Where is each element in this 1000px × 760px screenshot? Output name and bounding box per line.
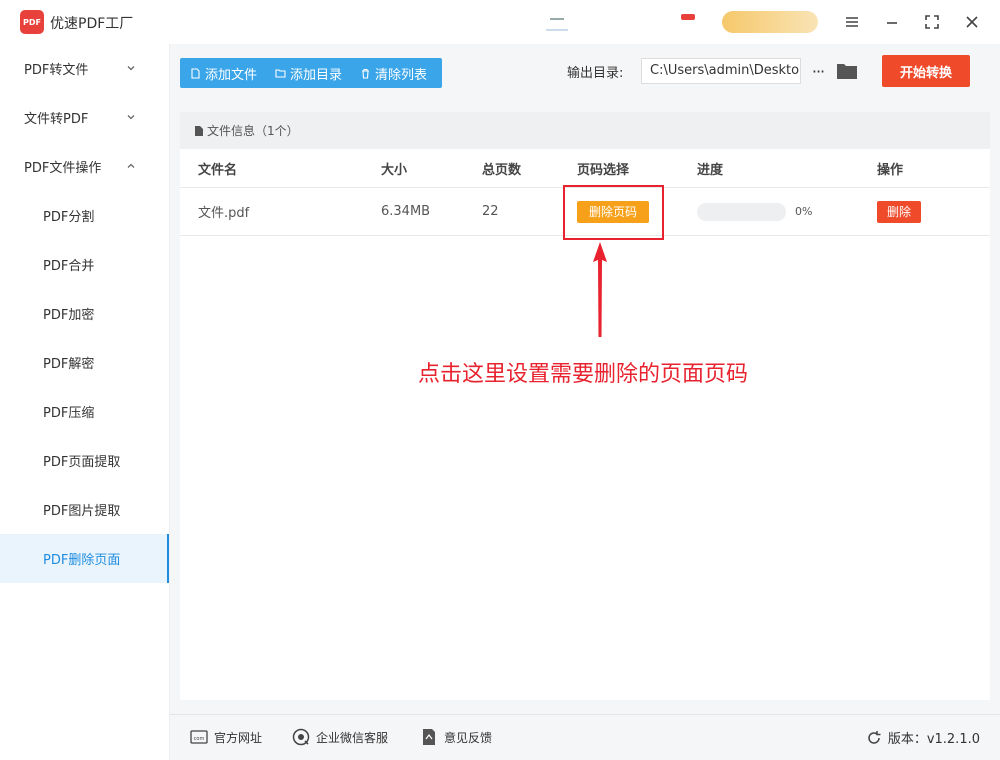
refresh-icon[interactable] — [866, 730, 882, 746]
notification-icon[interactable] — [681, 14, 695, 20]
minimize-icon[interactable] — [879, 9, 905, 35]
sidebar-item-label: PDF图片提取 — [43, 504, 121, 519]
progress-cell: 0% — [697, 188, 812, 235]
sidebar-item-pdf-merge[interactable]: PDF合并 — [0, 240, 169, 289]
sidebar-item-label: PDF解密 — [43, 357, 95, 372]
annotation-text: 点击这里设置需要删除的页面页码 — [418, 362, 749, 387]
progress-bar — [697, 202, 786, 221]
add-file-label: 添加文件 — [205, 67, 258, 83]
version-info: 版本：v1.2.1.0 — [866, 728, 980, 747]
page-select-cell: 删除页码 — [577, 188, 649, 235]
website-icon: com — [190, 730, 208, 744]
add-directory-label: 添加目录 — [290, 67, 343, 83]
main-panel: 添加文件 添加目录 清除列表 输出目录: C:\Users\admin\Desk… — [170, 44, 1000, 760]
sidebar-item-label: PDF压缩 — [43, 406, 95, 421]
wechat-support-label: 企业微信客服 — [316, 730, 389, 745]
delete-file-button[interactable]: 删除 — [877, 200, 921, 223]
close-icon[interactable] — [959, 9, 985, 35]
footer: com 官方网址 企业微信客服 意见反馈 版本：v1.2.1.0 — [170, 714, 1000, 760]
clear-list-button[interactable]: 清除列表 — [360, 64, 427, 83]
open-folder-icon[interactable] — [836, 61, 858, 81]
column-header-size: 大小 — [381, 162, 408, 178]
app-title: 优速PDF工厂 — [50, 16, 134, 32]
chevron-down-icon — [127, 66, 135, 71]
titlebar-decoration-icon — [546, 18, 568, 32]
feedback-link[interactable]: 意见反馈 — [420, 728, 492, 746]
sidebar-item-pdf-delete-pages[interactable]: PDF删除页面 — [0, 534, 169, 583]
official-website-label: 官方网址 — [214, 730, 263, 745]
svg-text:com: com — [194, 736, 205, 742]
clear-list-label: 清除列表 — [375, 67, 428, 83]
annotation-arrow-icon — [593, 242, 607, 337]
sidebar-item-label: PDF转文件 — [24, 63, 89, 78]
output-directory-input[interactable]: C:\Users\admin\Deskto — [641, 58, 801, 84]
column-header-progress: 进度 — [697, 162, 724, 178]
feedback-label: 意见反馈 — [444, 730, 493, 745]
sidebar-item-label: 文件转PDF — [24, 112, 89, 127]
sidebar-item-label: PDF删除页面 — [43, 553, 121, 568]
sidebar-item-pdf-page-extract[interactable]: PDF页面提取 — [0, 436, 169, 485]
wechat-support-link[interactable]: 企业微信客服 — [292, 728, 388, 746]
chevron-down-icon — [127, 115, 135, 120]
maximize-icon[interactable] — [919, 9, 945, 35]
app-logo-icon: PDF — [20, 10, 44, 34]
sidebar-item-label: PDF加密 — [43, 308, 95, 323]
sidebar: PDF转文件 文件转PDF PDF文件操作 PDF分割 PDF合并 PDF加密 … — [0, 44, 170, 760]
chevron-up-icon — [127, 163, 135, 168]
file-pages-cell: 22 — [482, 204, 499, 219]
more-options-button[interactable]: ··· — [807, 58, 829, 84]
file-table: 文件名 大小 总页数 页码选择 进度 操作 文件.pdf 6.34MB 22 删… — [180, 149, 990, 236]
file-info-header: 文件信息（1个） — [180, 112, 990, 149]
user-account-badge[interactable] — [722, 11, 818, 33]
file-toolbar: 添加文件 添加目录 清除列表 — [180, 58, 442, 88]
sidebar-item-file-to-pdf[interactable]: 文件转PDF — [0, 93, 169, 142]
file-name-cell: 文件.pdf — [198, 206, 250, 221]
wechat-icon — [292, 728, 310, 746]
sidebar-item-label: PDF分割 — [43, 210, 95, 225]
title-bar: PDF 优速PDF工厂 — [0, 0, 1000, 44]
table-header-row: 文件名 大小 总页数 页码选择 进度 操作 — [180, 149, 990, 188]
column-header-name: 文件名 — [198, 162, 238, 178]
table-row: 文件.pdf 6.34MB 22 删除页码 0% 删除 — [180, 188, 990, 236]
document-icon — [195, 125, 203, 136]
sidebar-item-pdf-split[interactable]: PDF分割 — [0, 191, 169, 240]
operation-cell: 删除 — [877, 188, 921, 235]
progress-percent: 0% — [795, 205, 813, 218]
sidebar-item-label: PDF页面提取 — [43, 455, 121, 470]
add-directory-button[interactable]: 添加目录 — [275, 64, 342, 83]
folder-icon — [275, 68, 286, 78]
column-header-pages: 总页数 — [482, 162, 522, 178]
file-icon — [191, 67, 200, 79]
column-header-operation: 操作 — [877, 162, 904, 178]
official-website-link[interactable]: com 官方网址 — [190, 728, 262, 746]
trash-icon — [362, 68, 370, 79]
file-size-cell: 6.34MB — [381, 204, 431, 219]
file-list-panel: 文件信息（1个） 文件名 大小 总页数 页码选择 进度 操作 文件.pdf 6.… — [180, 112, 990, 700]
column-header-page-select: 页码选择 — [577, 162, 630, 178]
version-label: 版本：v1.2.1.0 — [887, 732, 980, 747]
delete-pages-button[interactable]: 删除页码 — [577, 200, 649, 223]
output-directory-label: 输出目录: — [567, 66, 624, 81]
sidebar-item-label: PDF合并 — [43, 259, 95, 274]
sidebar-item-pdf-image-extract[interactable]: PDF图片提取 — [0, 485, 169, 534]
start-convert-button[interactable]: 开始转换 — [882, 55, 970, 87]
add-file-button[interactable]: 添加文件 — [190, 64, 257, 83]
sidebar-item-pdf-encrypt[interactable]: PDF加密 — [0, 289, 169, 338]
sidebar-item-pdf-to-file[interactable]: PDF转文件 — [0, 44, 169, 93]
feedback-icon — [423, 729, 435, 745]
sidebar-item-pdf-operations[interactable]: PDF文件操作 — [0, 142, 169, 191]
file-info-title: 文件信息（1个） — [207, 124, 299, 138]
sidebar-item-label: PDF文件操作 — [24, 161, 102, 176]
sidebar-item-pdf-compress[interactable]: PDF压缩 — [0, 387, 169, 436]
sidebar-item-pdf-decrypt[interactable]: PDF解密 — [0, 338, 169, 387]
menu-icon[interactable] — [839, 9, 865, 35]
